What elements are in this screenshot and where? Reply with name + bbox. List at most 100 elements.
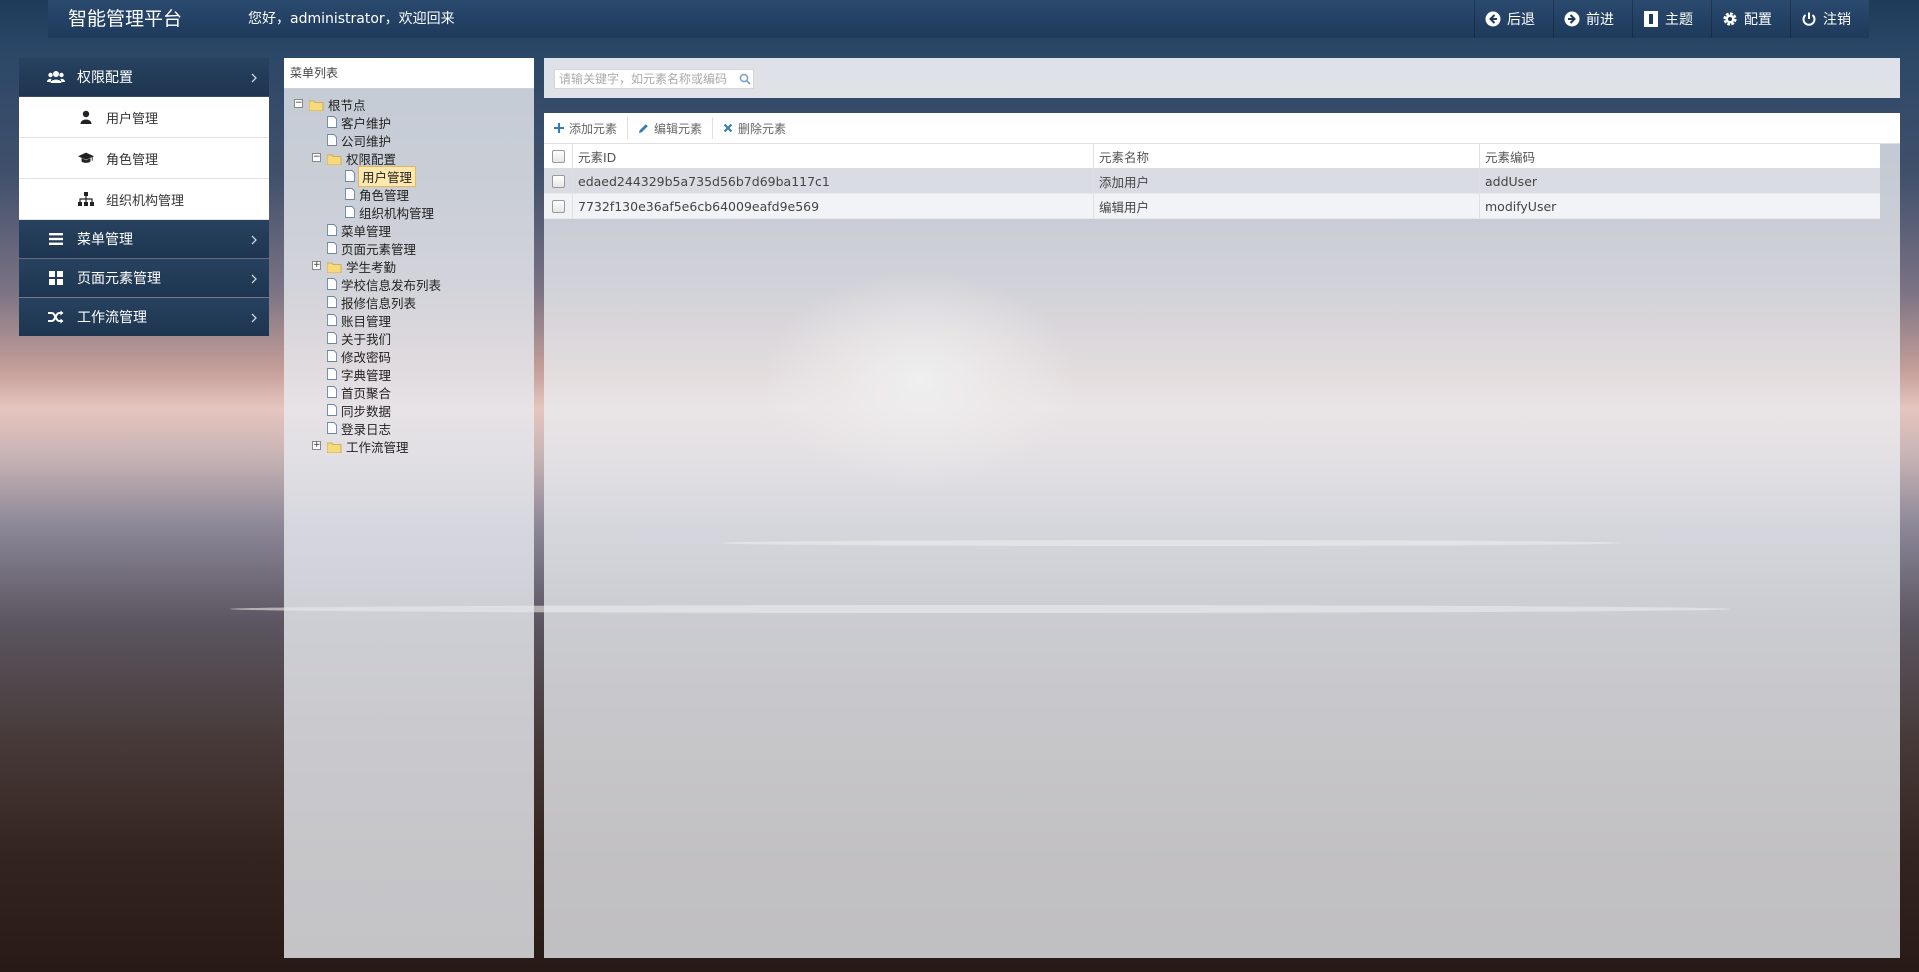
close-icon xyxy=(723,123,733,133)
header-nav: 后退 前进 主题 配置 注销 xyxy=(1474,0,1869,38)
tree-node[interactable]: 角色管理 xyxy=(284,185,534,203)
edit-element-label: 编辑元素 xyxy=(654,121,703,136)
search-icon[interactable] xyxy=(737,71,753,87)
config-label: 配置 xyxy=(1744,12,1772,28)
edit-element-button[interactable]: 编辑元素 xyxy=(628,117,714,139)
tree-node-label: 报修信息列表 xyxy=(341,295,417,311)
cell-element-code: modifyUser xyxy=(1479,194,1864,218)
grid-toolbar: 添加元素 编辑元素 删除元素 xyxy=(544,113,1900,144)
tree-node-root[interactable]: − 根节点 xyxy=(284,95,534,113)
sidebar-item-org-management[interactable]: 组织机构管理 xyxy=(19,179,269,220)
file-icon xyxy=(327,116,337,128)
config-button[interactable]: 配置 xyxy=(1711,0,1790,38)
tree-node-label: 学校信息发布列表 xyxy=(341,277,442,293)
file-icon xyxy=(327,242,337,254)
chevron-right-icon xyxy=(249,272,259,284)
sidebar-item-user-management[interactable]: 用户管理 xyxy=(19,97,269,138)
tree-node[interactable]: 账目管理 xyxy=(284,311,534,329)
tree-node-label: 账目管理 xyxy=(341,313,392,329)
file-icon xyxy=(327,386,337,398)
back-label: 后退 xyxy=(1507,12,1535,28)
sidebar-group-label: 工作流管理 xyxy=(77,310,147,326)
cell-element-code: addUser xyxy=(1479,169,1864,193)
tree-node[interactable]: 首页聚合 xyxy=(284,383,534,401)
select-all-checkbox[interactable] xyxy=(551,149,565,163)
theme-label: 主题 xyxy=(1665,12,1693,28)
file-icon xyxy=(327,134,337,146)
forward-button[interactable]: 前进 xyxy=(1553,0,1632,38)
file-icon xyxy=(327,368,337,380)
theme-button[interactable]: 主题 xyxy=(1632,0,1711,38)
logout-button[interactable]: 注销 xyxy=(1790,0,1869,38)
tree-collapse-icon[interactable]: − xyxy=(294,99,303,108)
sidebar-group-page-element[interactable]: 页面元素管理 xyxy=(19,259,269,297)
back-button[interactable]: 后退 xyxy=(1474,0,1553,38)
user-icon xyxy=(78,109,94,125)
file-icon xyxy=(327,224,337,236)
cell-element-name: 编辑用户 xyxy=(1093,194,1479,218)
shuffle-icon xyxy=(47,308,65,326)
delete-element-button[interactable]: 删除元素 xyxy=(713,117,796,139)
tree-node-label: 字典管理 xyxy=(341,367,392,383)
tree-node[interactable]: 报修信息列表 xyxy=(284,293,534,311)
sidebar-group-permission[interactable]: 权限配置 xyxy=(19,58,269,96)
app-title: 智能管理平台 xyxy=(68,8,183,30)
tree-node-selected[interactable]: 用户管理 xyxy=(284,165,534,187)
file-icon xyxy=(327,332,337,344)
tree-node[interactable]: 页面元素管理 xyxy=(284,239,534,257)
theme-icon xyxy=(1643,11,1659,27)
chevron-right-icon xyxy=(249,233,259,245)
element-grid-panel: 添加元素 编辑元素 删除元素 元素ID 元素名称 元素编码 edaed24432… xyxy=(544,113,1900,958)
add-element-button[interactable]: 添加元素 xyxy=(544,117,629,139)
tree-node[interactable]: 公司维护 xyxy=(284,131,534,149)
file-icon xyxy=(345,206,355,218)
column-header-id[interactable]: 元素ID xyxy=(572,144,1093,168)
tree-node-label: 学生考勤 xyxy=(346,259,397,275)
tree-expand-icon[interactable]: + xyxy=(312,441,321,450)
tree-node[interactable]: 学校信息发布列表 xyxy=(284,275,534,293)
tree-node[interactable]: 登录日志 xyxy=(284,419,534,437)
file-icon xyxy=(345,188,355,200)
column-header-name[interactable]: 元素名称 xyxy=(1093,144,1479,168)
sidebar-item-label: 角色管理 xyxy=(106,152,159,168)
tree-node-label: 修改密码 xyxy=(341,349,392,365)
tree-node[interactable]: + 学生考勤 xyxy=(284,257,534,275)
tree-node-label: 同步数据 xyxy=(341,403,392,419)
tree-node[interactable]: 客户维护 xyxy=(284,113,534,131)
folder-closed-icon xyxy=(326,441,342,453)
search-input[interactable] xyxy=(555,72,738,86)
file-icon xyxy=(327,278,337,290)
tree-node[interactable]: − 权限配置 xyxy=(284,149,534,167)
column-header-code[interactable]: 元素编码 xyxy=(1479,144,1864,168)
tree-node[interactable]: 关于我们 xyxy=(284,329,534,347)
tree-node[interactable]: 字典管理 xyxy=(284,365,534,383)
tree-node-label: 角色管理 xyxy=(359,187,410,203)
table-row[interactable]: 7732f130e36af5e6cb64009eafd9e569 编辑用户 mo… xyxy=(544,194,1880,219)
sidebar-group-workflow[interactable]: 工作流管理 xyxy=(19,298,269,336)
table-row[interactable]: edaed244329b5a735d56b7d69ba117c1 添加用户 ad… xyxy=(544,169,1880,194)
row-checkbox[interactable] xyxy=(551,199,565,213)
plus-icon xyxy=(554,123,564,133)
tree-node[interactable]: 同步数据 xyxy=(284,401,534,419)
arrow-right-circle-icon xyxy=(1564,11,1580,27)
row-check-cell xyxy=(544,199,572,213)
chevron-right-icon xyxy=(249,311,259,323)
file-icon xyxy=(327,422,337,434)
tree-node[interactable]: 修改密码 xyxy=(284,347,534,365)
tree-node[interactable]: 组织机构管理 xyxy=(284,203,534,221)
sidebar-group-label: 权限配置 xyxy=(77,70,133,86)
sidebar-group-menu[interactable]: 菜单管理 xyxy=(19,220,269,258)
tree-node[interactable]: + 工作流管理 xyxy=(284,437,534,455)
menu-tree-panel: 菜单列表 − 根节点 客户维护 公司维护 − 权限配置 用户管理 角色管理 组织… xyxy=(284,58,534,958)
sidebar: 权限配置 用户管理 角色管理 组织机构管理 菜单管理 页面元素管理 工作流管理 xyxy=(19,58,269,337)
forward-label: 前进 xyxy=(1586,12,1614,28)
graduation-cap-icon xyxy=(78,150,94,166)
tree-node[interactable]: 菜单管理 xyxy=(284,221,534,239)
sidebar-item-role-management[interactable]: 角色管理 xyxy=(19,138,269,179)
sidebar-group-label: 页面元素管理 xyxy=(77,271,161,287)
row-checkbox[interactable] xyxy=(551,174,565,188)
tree-node-label: 组织机构管理 xyxy=(359,205,435,221)
tree-expand-icon[interactable]: + xyxy=(312,261,321,270)
cell-element-id: 7732f130e36af5e6cb64009eafd9e569 xyxy=(572,194,1093,218)
tree-collapse-icon[interactable]: − xyxy=(312,153,321,162)
